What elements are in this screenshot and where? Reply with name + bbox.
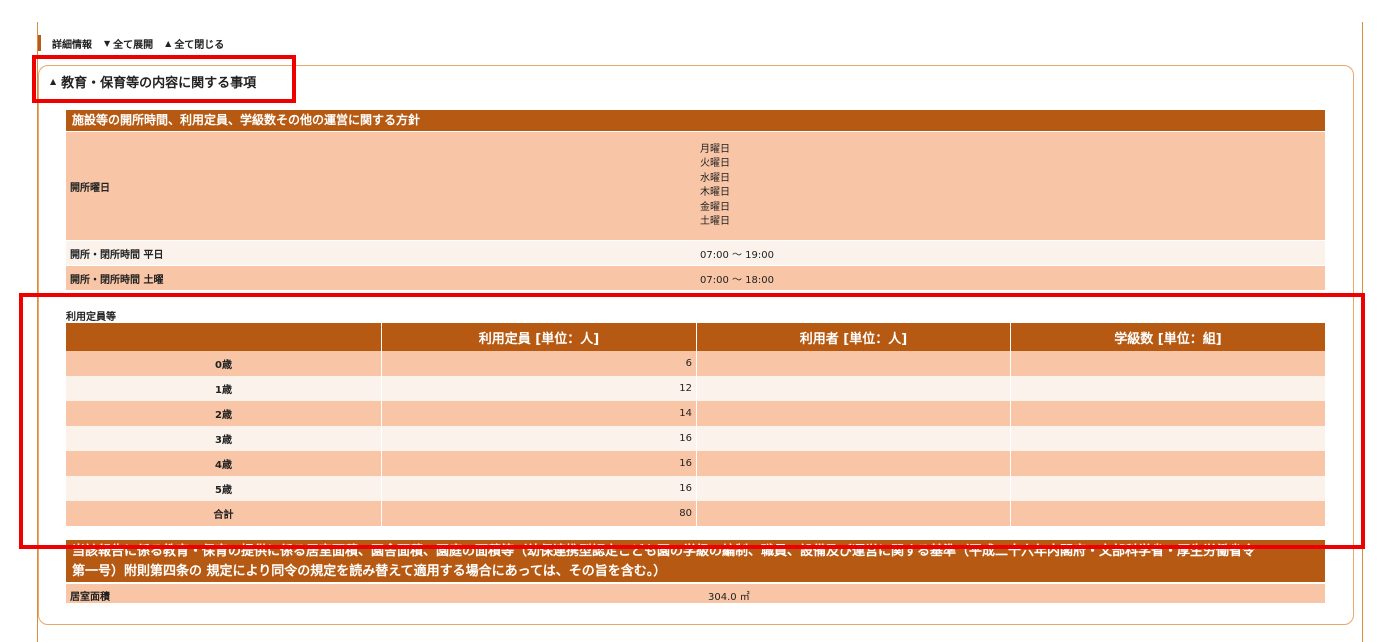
users-cell	[696, 476, 1010, 501]
detail-toolbar: 詳細情報 ▼ 全て展開 ▲ 全て閉じる	[38, 33, 224, 53]
classes-cell	[1010, 476, 1325, 501]
capacity-cell: 14	[381, 401, 696, 426]
day-item: 金曜日	[700, 201, 730, 213]
age-cell: 3歳	[66, 426, 381, 451]
column-header: 利用者 [単位：人]	[696, 323, 1010, 351]
capacity-cell: 6	[381, 351, 696, 376]
expand-all-label: 全て展開	[113, 39, 154, 51]
toolbar-title: 詳細情報	[52, 39, 92, 51]
collapse-all-button[interactable]: ▲ 全て閉じる	[165, 36, 224, 51]
table-row: 5歳 16	[66, 476, 1325, 501]
capacity-cell: 16	[381, 451, 696, 476]
classes-cell	[1010, 376, 1325, 401]
age-cell: 5歳	[66, 476, 381, 501]
saturday-hours-row: 開所・閉所時間 土曜 07:00 〜 18:00	[66, 266, 1325, 290]
table-row-total: 合計 80	[66, 501, 1325, 526]
users-cell	[696, 401, 1010, 426]
capacity-cell: 16	[381, 476, 696, 501]
classes-cell	[1010, 401, 1325, 426]
collapse-all-label: 全て閉じる	[174, 39, 225, 51]
users-cell	[696, 426, 1010, 451]
policy-table: 施設等の開所時間、利用定員、学級数その他の運営に関する方針 開所曜日 月曜日 火…	[66, 110, 1325, 291]
age-cell: 1歳	[66, 376, 381, 401]
column-header: 学級数 [単位：組]	[1010, 323, 1325, 351]
capacity-header-row: 利用定員 [単位：人] 利用者 [単位：人] 学級数 [単位：組]	[66, 323, 1325, 351]
room-area-value: 304.0 ㎡	[708, 592, 750, 603]
weekday-hours-value: 07:00 〜 19:00	[696, 241, 1325, 265]
expand-all-button[interactable]: ▼ 全て展開	[104, 36, 153, 51]
facility-area-header: 当該報告に係る教育・保育の提供に係る居室面積、園舎面積、園庭の面積等（幼保連携型…	[66, 540, 1325, 582]
facility-area-header-line1: 当該報告に係る教育・保育の提供に係る居室面積、園舎面積、園庭の面積等（幼保連携型…	[72, 544, 1256, 559]
section-toggle[interactable]: ▲ 教育・保育等の内容に関する事項	[50, 68, 256, 94]
capacity-title: 利用定員等	[66, 312, 116, 323]
column-header: 利用定員 [単位：人]	[381, 323, 696, 351]
triangle-up-icon: ▲	[165, 38, 172, 48]
open-days-row: 開所曜日 月曜日 火曜日 水曜日 木曜日 金曜日 土曜日	[66, 132, 1325, 240]
open-days-value: 月曜日 火曜日 水曜日 木曜日 金曜日 土曜日	[696, 132, 1325, 240]
section-title: 教育・保育等の内容に関する事項	[61, 75, 257, 91]
triangle-down-icon: ▼	[104, 38, 111, 48]
age-cell: 0歳	[66, 351, 381, 376]
policy-header: 施設等の開所時間、利用定員、学級数その他の運営に関する方針	[66, 110, 1325, 131]
classes-cell	[1010, 426, 1325, 451]
day-item: 木曜日	[700, 187, 730, 198]
table-row: 0歳 6	[66, 351, 1325, 376]
classes-cell	[1010, 351, 1325, 376]
age-cell: 合計	[66, 501, 381, 526]
saturday-hours-value: 07:00 〜 18:00	[696, 266, 1325, 290]
classes-cell	[1010, 451, 1325, 476]
age-cell: 2歳	[66, 401, 381, 426]
users-cell	[696, 351, 1010, 376]
open-days-label: 開所曜日	[66, 132, 696, 240]
day-item: 土曜日	[700, 216, 730, 227]
classes-cell	[1010, 501, 1325, 526]
users-cell	[696, 501, 1010, 526]
capacity-table: 利用定員 [単位：人] 利用者 [単位：人] 学級数 [単位：組] 0歳 6 1…	[66, 323, 1325, 526]
day-item: 火曜日	[700, 158, 730, 169]
saturday-hours-label: 開所・閉所時間 土曜	[66, 266, 696, 290]
users-cell	[696, 451, 1010, 476]
day-item: 月曜日	[700, 143, 730, 155]
triangle-up-icon: ▲	[50, 76, 57, 86]
facility-area-header-line2: 第一号）附則第四条の 規定により同令の規定を読み替えて適用する場合にあっては、そ…	[72, 564, 667, 579]
capacity-cell: 80	[381, 501, 696, 526]
day-item: 水曜日	[700, 172, 730, 184]
users-cell	[696, 376, 1010, 401]
room-area-label: 居室面積	[70, 592, 110, 603]
column-header	[66, 323, 381, 351]
capacity-cell: 12	[381, 376, 696, 401]
weekday-hours-label: 開所・閉所時間 平日	[66, 241, 696, 265]
weekday-hours-row: 開所・閉所時間 平日 07:00 〜 19:00	[66, 241, 1325, 265]
toolbar-accent	[38, 35, 41, 51]
table-row: 1歳 12	[66, 376, 1325, 401]
age-cell: 4歳	[66, 451, 381, 476]
capacity-cell: 16	[381, 426, 696, 451]
table-row: 3歳 16	[66, 426, 1325, 451]
table-row: 4歳 16	[66, 451, 1325, 476]
room-area-row: 居室面積 304.0 ㎡	[66, 584, 1325, 603]
table-row: 2歳 14	[66, 401, 1325, 426]
